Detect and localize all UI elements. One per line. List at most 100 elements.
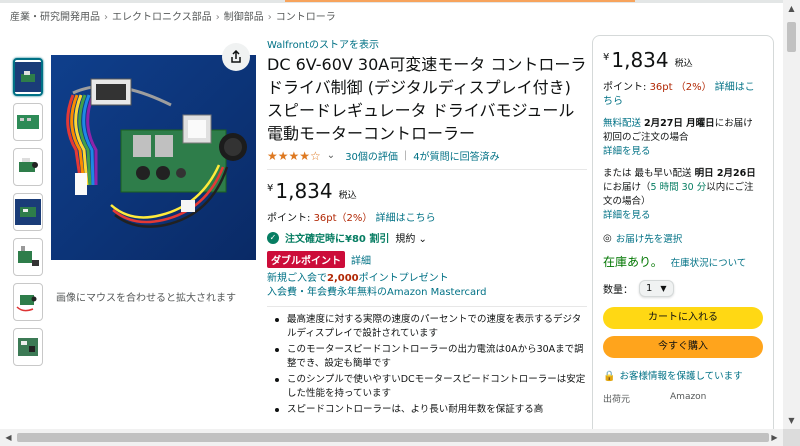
- delivery-date: 2月27日 月曜日: [644, 118, 715, 129]
- divider: [267, 169, 587, 170]
- thumbnail-4[interactable]: [13, 193, 43, 231]
- thumbnail-6[interactable]: [13, 283, 43, 321]
- qa-link[interactable]: 4が質問に回答済み: [413, 148, 499, 163]
- scroll-down-icon[interactable]: ▼: [783, 412, 800, 429]
- price-symbol: ¥: [267, 183, 274, 194]
- quantity-value: 1: [646, 283, 653, 294]
- ships-from: 出荷元 Amazon: [603, 392, 763, 405]
- points-label: ポイント:: [267, 213, 311, 224]
- points-value: 36pt（2%）: [313, 213, 373, 224]
- product-thumbnail-image: [18, 246, 39, 266]
- quantity-label: 数量：: [603, 285, 633, 296]
- double-points-link[interactable]: 詳細: [351, 252, 371, 267]
- quantity-select[interactable]: 1 ▼: [639, 280, 674, 297]
- chevron-down-icon: ▼: [660, 284, 667, 293]
- countdown: 5 時間 30 分: [650, 182, 707, 193]
- mastercard-promo[interactable]: 新規ご入会で2,000ポイントプレゼント 入会費・年会費永年無料のAmazon …: [267, 272, 587, 300]
- price-amount: 1,834: [275, 179, 333, 203]
- fastest-delivery: または 最も早い配送 明日 2月26日にお届け（5 時間 30 分以内にご注文の…: [603, 167, 763, 223]
- scroll-up-icon[interactable]: ▲: [783, 0, 800, 17]
- scroll-right-icon[interactable]: ▶: [766, 429, 783, 446]
- fastest-prefix: または 最も早い配送: [603, 168, 692, 179]
- feature-bullets: 最高速度に対する実際の速度のパーセントでの速度を表示するデジタルディスプレイで設…: [267, 313, 587, 417]
- share-button[interactable]: [222, 43, 250, 71]
- location-label: お届け先を選択: [615, 234, 683, 245]
- thumbnail-7[interactable]: [13, 328, 43, 366]
- mastercard-prefix: 新規ご入会で: [267, 273, 327, 284]
- scrollbar-thumb[interactable]: [787, 22, 796, 52]
- thumbnail-2[interactable]: [13, 103, 43, 141]
- scrollbar-thumb[interactable]: [17, 433, 769, 442]
- thumbnail-1[interactable]: [13, 58, 43, 96]
- thumbnail-3[interactable]: [13, 148, 43, 186]
- lock-icon: 🔒: [603, 371, 616, 382]
- reviews-link[interactable]: 30個の評価: [345, 148, 398, 163]
- mastercard-suffix: ポイントプレゼント: [358, 273, 449, 284]
- ships-from-label: 出荷元: [603, 395, 631, 405]
- coupon: ✓ 注文確定時に¥80 割引 規約 ⌄: [267, 230, 587, 245]
- main-product-image[interactable]: [51, 55, 256, 260]
- mastercard-line2: 入会費・年会費永年無料のAmazon Mastercard: [267, 287, 487, 298]
- ships-from-value: Amazon: [670, 392, 707, 402]
- breadcrumb-separator: ›: [104, 12, 108, 23]
- double-points-badge: ダブルポイント: [267, 251, 345, 268]
- coupon-terms-label: 規約: [395, 234, 416, 245]
- vertical-scrollbar[interactable]: ▲ ▼: [783, 0, 800, 446]
- buy-now-button[interactable]: 今すぐ購入: [603, 336, 763, 358]
- stock-label: 在庫あり。: [603, 255, 663, 269]
- buybox-price: ¥ 1,834 税込: [603, 48, 763, 72]
- thumbnail-5[interactable]: [13, 238, 43, 276]
- buybox-points: ポイント: 36pt （2%） 詳細はこちら: [603, 81, 763, 109]
- check-icon: ✓: [267, 231, 279, 244]
- points-value: 36pt （2%）: [649, 82, 712, 93]
- scrollbar-corner: [783, 429, 800, 446]
- points-info: ポイント: 36pt（2%） 詳細はこちら: [267, 209, 587, 224]
- thumbnail-list: [13, 58, 45, 373]
- store-link[interactable]: Walfrontのストアを表示: [267, 40, 379, 51]
- horizontal-scrollbar[interactable]: ◀ ▶: [0, 429, 783, 446]
- product-thumbnail-image: [18, 338, 38, 356]
- stock-status: 在庫あり。 在庫状況について: [603, 253, 763, 270]
- product-thumbnail-image: [15, 199, 41, 225]
- list-item: このシンプルで使いやすいDCモータースピードコントローラーは安定した性能を持って…: [275, 373, 587, 401]
- quantity: 数量： 1 ▼: [603, 280, 763, 297]
- delivery-location[interactable]: ◎ お届け先を選択: [603, 231, 763, 246]
- breadcrumb-item[interactable]: エレクトロニクス部品: [112, 12, 212, 23]
- price: ¥ 1,834 税込: [267, 179, 587, 203]
- double-points: ダブルポイント 詳細: [267, 251, 587, 268]
- fastest-date: 明日 2月26日: [694, 168, 756, 179]
- add-to-cart-button[interactable]: カートに入れる: [603, 307, 763, 329]
- points-details-link[interactable]: 詳細はこちら: [376, 213, 436, 224]
- price-symbol: ¥: [603, 52, 610, 63]
- divider: [267, 306, 587, 307]
- list-item: 最高速度に対する実際の速度のパーセントでの速度を表示するデジタルディスプレイで設…: [275, 313, 587, 341]
- price-tax-label: 税込: [338, 191, 357, 201]
- fastest-details-link[interactable]: 詳細を見る: [603, 210, 651, 221]
- points-label: ポイント:: [603, 82, 647, 93]
- breadcrumb: 産業・研究開発用品 › エレクトロニクス部品 › 制御部品 › コントローラ: [10, 8, 336, 23]
- list-item: このモータースピードコントローラーの出力電流は0Aから30Aまで調整でき、設定も…: [275, 343, 587, 371]
- top-accent: [285, 0, 635, 2]
- breadcrumb-item[interactable]: 制御部品: [224, 12, 264, 23]
- coupon-text: 注文確定時に¥80 割引: [285, 234, 390, 245]
- breadcrumb-item[interactable]: 産業・研究開発用品: [10, 12, 100, 23]
- coupon-terms-link[interactable]: 規約 ⌄: [395, 230, 427, 245]
- fastest-text: にお届け（: [603, 182, 651, 193]
- list-item: スピードコントローラーは、より長い耐用年数を保証する高: [275, 403, 587, 417]
- mastercard-points: 2,000: [327, 273, 359, 284]
- product-thumbnail-image: [19, 158, 38, 172]
- scroll-left-icon[interactable]: ◀: [0, 429, 17, 446]
- secure-transaction[interactable]: 🔒 お客様情報を保護しています: [603, 370, 763, 384]
- stock-info-link[interactable]: 在庫状況について: [671, 258, 747, 269]
- secure-label: お客様情報を保護しています: [619, 371, 743, 382]
- price-amount: 1,834: [611, 48, 669, 72]
- product-thumbnail-image: [17, 115, 39, 129]
- delivery-details-link[interactable]: 詳細を見る: [603, 146, 651, 157]
- product-thumbnail-image: [16, 295, 37, 312]
- product-title: DC 6V-60V 30A可変速モータ コントローラ ドライバ制御 (デジタルデ…: [267, 55, 587, 143]
- breadcrumb-item[interactable]: コントローラ: [276, 12, 336, 23]
- rating-stars-icon[interactable]: ★★★★☆: [267, 149, 321, 163]
- chevron-down-icon[interactable]: ⌄: [327, 150, 335, 161]
- buy-box: ¥ 1,834 税込 ポイント: 36pt （2%） 詳細はこちら 無料配送 2…: [592, 35, 774, 446]
- free-delivery-link[interactable]: 無料配送: [603, 118, 641, 129]
